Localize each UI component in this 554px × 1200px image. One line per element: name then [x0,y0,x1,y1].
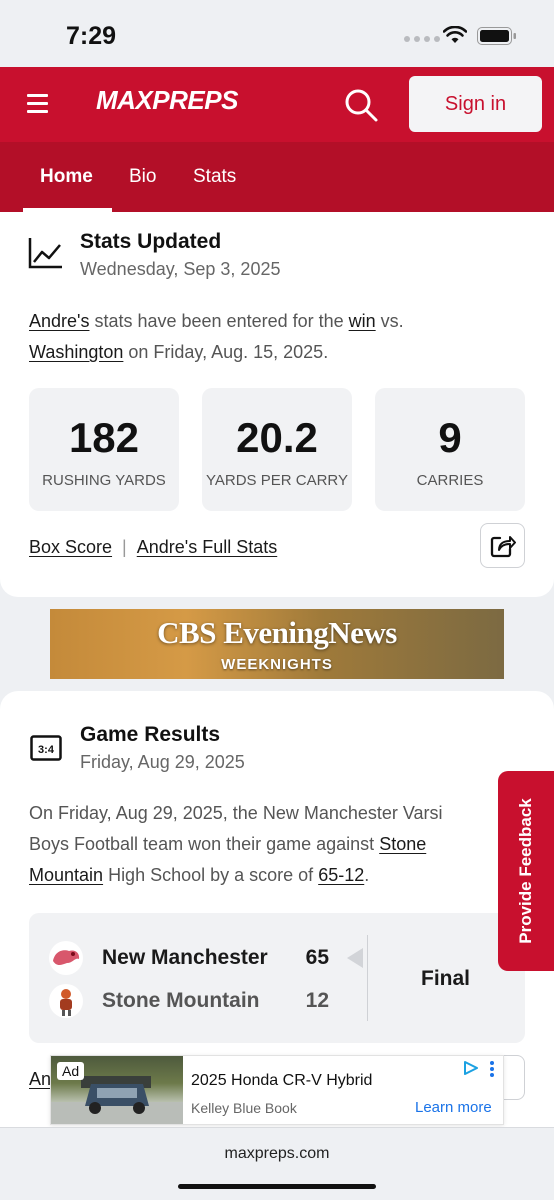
player-link[interactable]: Andre's [29,311,89,331]
svg-text:3:4: 3:4 [38,744,55,756]
stat-value: 9 [438,414,462,461]
menu-icon[interactable] [27,94,48,118]
game-summary: On Friday, Aug 29, 2025, the New Manches… [29,798,554,891]
winner-indicator-icon [347,948,363,968]
summary-text: On Friday, Aug 29, 2025, the New Manches… [29,803,443,823]
more-options-icon[interactable] [489,1060,495,1078]
stat-yards-per-carry: 20.2 YARDS PER CARRY [202,388,352,511]
search-icon[interactable] [343,87,379,123]
box-score-link[interactable]: Box Score [29,537,112,557]
partial-link[interactable]: An [29,1069,51,1090]
status-bar: 7:29 [0,0,554,67]
stats-links: Box Score | Andre's Full Stats [29,537,277,558]
team-logo-stone-mountain [49,984,83,1018]
stats-summary: Andre's stats have been entered for the … [29,306,529,368]
battery-icon [477,27,516,45]
tab-home[interactable]: Home [40,166,93,188]
card-title: Stats Updated [80,230,222,253]
team-score: 65 [305,946,329,969]
full-stats-link[interactable]: Andre's Full Stats [137,537,278,557]
profile-tabs: Home Bio Stats [0,142,554,212]
wifi-icon [443,26,467,43]
share-button[interactable] [480,523,525,568]
card-date: Wednesday, Sep 3, 2025 [80,259,281,279]
site-header: MAXPREPS Sign in [0,67,554,142]
stats-updated-card: Stats Updated Wednesday, Sep 3, 2025 And… [0,212,554,597]
card-date: Friday, Aug 29, 2025 [80,752,245,772]
stat-label: YARDS PER CARRY [206,472,348,489]
game-status: Final [421,967,471,990]
learn-more-link[interactable]: Learn more [415,1099,492,1116]
ad-headline: CBS EveningNews [157,615,397,650]
ad-image: Ad [51,1056,183,1124]
opponent-link[interactable]: Washington [29,342,123,362]
stat-carries: 9 CARRIES [375,388,525,511]
score-link[interactable]: 65-12 [318,865,364,885]
summary-text: stats have been entered for the [89,311,349,331]
tab-stats[interactable]: Stats [193,166,236,188]
stat-rushing-yards: 182 RUSHING YARDS [29,388,179,511]
maxpreps-logo[interactable]: MAXPREPS [96,85,238,116]
adchoices-icon[interactable] [463,1061,479,1075]
ad-subline: WEEKNIGHTS [221,656,333,673]
ad-badge: Ad [57,1062,85,1080]
cellular-signal-icon [404,36,440,42]
card-title: Game Results [80,723,221,746]
summary-text: vs. [375,311,404,331]
divider [367,935,368,1021]
scoreboard-icon: 3:4 [30,735,62,761]
share-icon [490,535,516,557]
feedback-label: Provide Feedback [516,798,535,944]
team-score: 12 [305,989,329,1012]
team-logo-new-manchester [49,941,83,975]
ad-title: 2025 Honda CR-V Hybrid [191,1072,373,1089]
status-time: 7:29 [66,22,117,50]
provide-feedback-button[interactable]: Provide Feedback [498,771,554,971]
game-result-link[interactable]: win [349,311,376,331]
summary-text: High School by a score of [103,865,319,885]
team-row-winner: New Manchester 65 [49,941,329,975]
summary-text: . [364,865,370,885]
link-separator: | [122,537,127,557]
home-indicator[interactable] [178,1184,376,1189]
team-name: Stone Mountain [102,989,260,1012]
ad-source: Kelley Blue Book [191,1100,297,1116]
stat-label: CARRIES [416,472,484,489]
browser-address-bar[interactable]: maxpreps.com [0,1127,554,1200]
team-name: New Manchester [102,946,268,969]
tab-bio[interactable]: Bio [129,166,156,188]
summary-text: Boys Football team won their game agains… [29,834,380,854]
bottom-ad[interactable]: Ad 2025 Honda CR-V Hybrid Kelley Blue Bo… [50,1055,504,1125]
opponent-link[interactable]: Mountain [29,865,103,885]
sign-in-button[interactable]: Sign in [409,76,542,132]
scoreboard[interactable]: New Manchester 65 Stone Mountain 12 Fina… [29,913,525,1043]
stat-value: 182 [68,414,140,461]
team-row-loser: Stone Mountain 12 [49,984,329,1018]
url-text: maxpreps.com [224,1145,330,1162]
stat-value: 20.2 [236,414,318,461]
opponent-link[interactable]: Stone [379,834,426,854]
line-chart-icon [28,238,62,269]
summary-text: on Friday, Aug. 15, 2025. [123,342,329,362]
stat-label: RUSHING YARDS [42,472,166,489]
banner-ad[interactable]: CBS EveningNews WEEKNIGHTS [50,609,504,679]
